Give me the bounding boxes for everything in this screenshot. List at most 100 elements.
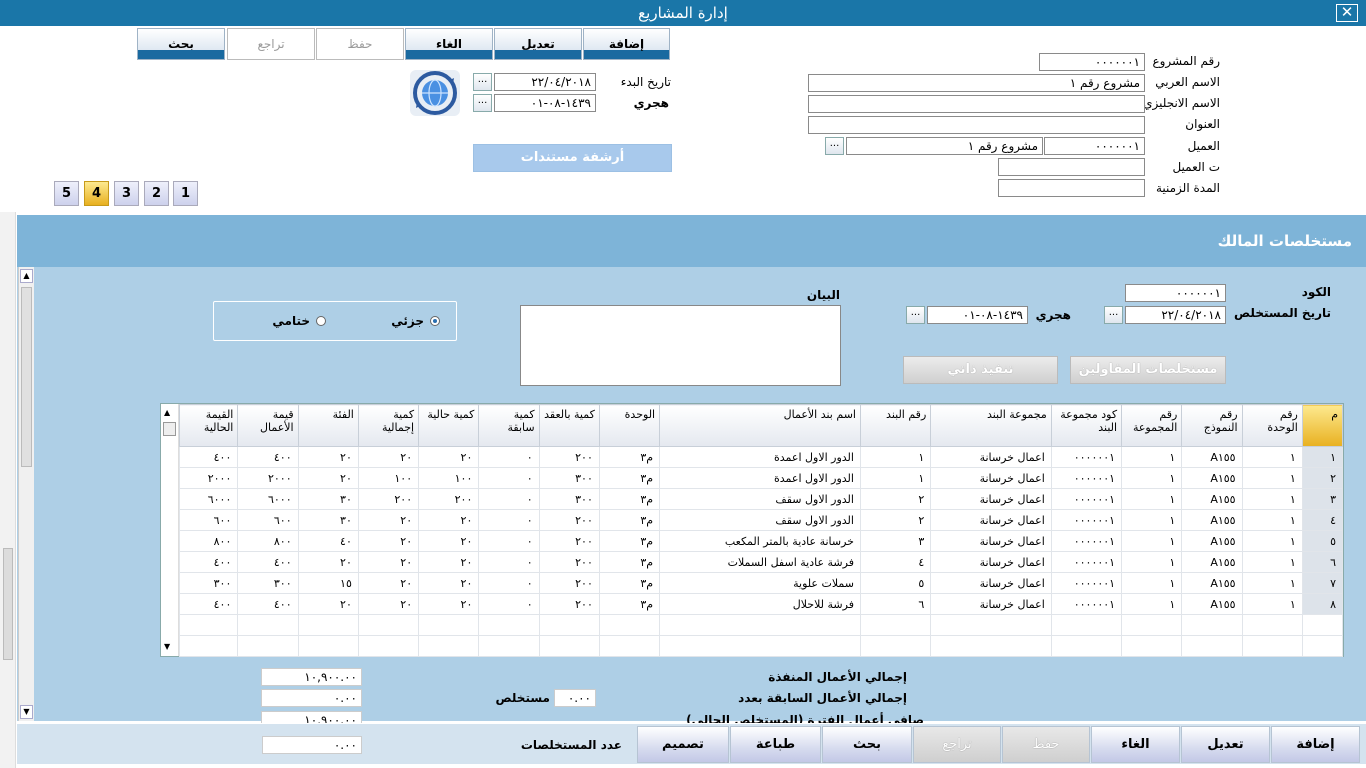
table-cell[interactable]: سملات علوية <box>659 572 861 594</box>
table-cell[interactable]: ١ <box>1241 488 1303 510</box>
table-cell[interactable]: A١٥٥ <box>1181 572 1243 594</box>
table-cell[interactable] <box>1241 614 1303 636</box>
table-cell[interactable] <box>178 614 239 636</box>
table-cell[interactable]: ٣ <box>859 530 932 552</box>
bottom-design-button[interactable]: تصميم <box>637 726 729 763</box>
table-cell[interactable]: ٤٠٠ <box>237 551 299 573</box>
table-cell[interactable]: اعمال خرسانة <box>930 551 1052 573</box>
table-cell[interactable]: ٣ <box>1301 488 1344 510</box>
table-row[interactable]: ١ ١ A١٥٥ ١ ٠٠٠٠٠٠١ اعمال خرسانة ١ الدور الاول ا… <box>178 446 1344 468</box>
table-cell[interactable]: ٠٠٠٠٠٠١ <box>1050 572 1123 594</box>
table-cell[interactable]: ١ <box>1121 551 1183 573</box>
scroll-up-icon[interactable]: ▲ <box>20 269 33 283</box>
table-cell[interactable]: ٣٠٠ <box>237 572 299 594</box>
partial-radio[interactable] <box>430 316 440 326</box>
table-cell[interactable] <box>538 635 600 657</box>
table-cell[interactable]: ٢ <box>859 509 932 531</box>
grid-header-cell[interactable]: رقم المجموعة <box>1121 404 1183 447</box>
table-cell[interactable]: م٣ <box>598 593 661 615</box>
self-execution-button[interactable]: تنفيذ ذاتي <box>903 356 1058 384</box>
grid-header-cell[interactable]: كمية إجمالية <box>357 404 420 447</box>
table-cell[interactable]: ٢٠ <box>357 551 420 573</box>
table-cell[interactable]: ١ <box>1241 593 1303 615</box>
table-cell[interactable]: ٤ <box>859 551 932 573</box>
table-cell[interactable] <box>1241 635 1303 657</box>
edit-button[interactable]: تعديل <box>494 28 582 60</box>
table-cell[interactable]: ٥ <box>1301 530 1344 552</box>
outer-scrollbar[interactable] <box>0 212 16 768</box>
extract-hijri-picker-button[interactable]: ... <box>906 306 925 324</box>
table-cell[interactable]: ٢٠ <box>418 509 480 531</box>
table-cell[interactable] <box>478 614 540 636</box>
table-cell[interactable]: ٠ <box>478 488 540 510</box>
empty-row[interactable] <box>178 635 1344 657</box>
grid-header-cell[interactable]: مجموعة البند <box>930 404 1052 447</box>
page-tab-4[interactable]: 4 <box>84 181 109 206</box>
table-cell[interactable]: ١ <box>1241 551 1303 573</box>
table-cell[interactable]: ٢٠ <box>418 446 480 468</box>
client-browse-button[interactable]: ... <box>825 137 844 155</box>
table-cell[interactable]: A١٥٥ <box>1181 488 1243 510</box>
table-cell[interactable]: ٤٠٠ <box>178 446 239 468</box>
table-cell[interactable]: اعمال خرسانة <box>930 593 1052 615</box>
panel-scrollbar-thumb[interactable] <box>21 287 32 467</box>
table-cell[interactable]: ٦٠٠٠ <box>237 488 299 510</box>
undo-button[interactable]: تراجع <box>227 28 315 60</box>
table-cell[interactable]: ١ <box>1301 446 1344 468</box>
table-cell[interactable]: ٠ <box>478 509 540 531</box>
previous-count-field[interactable]: ٠.٠٠ <box>554 689 596 707</box>
previous-total-field[interactable]: ٠.٠٠ <box>261 689 362 707</box>
table-cell[interactable]: م٣ <box>598 551 661 573</box>
table-cell[interactable]: ٢ <box>1301 467 1344 489</box>
table-cell[interactable] <box>357 614 420 636</box>
table-cell[interactable]: ٦ <box>1301 551 1344 573</box>
table-cell[interactable]: ١ <box>1121 530 1183 552</box>
bottom-save-button[interactable]: حفظ <box>1002 726 1090 763</box>
grid-header-cell[interactable]: كمية سابقة <box>478 404 540 447</box>
table-cell[interactable]: A١٥٥ <box>1181 593 1243 615</box>
table-cell[interactable] <box>598 635 661 657</box>
start-date-picker-button[interactable]: ... <box>473 73 492 91</box>
table-cell[interactable]: ١٠٠ <box>357 467 420 489</box>
table-cell[interactable]: ١ <box>1241 467 1303 489</box>
cancel-button[interactable]: الغاء <box>405 28 493 60</box>
grid-header-cell[interactable]: رقم البند <box>859 404 932 447</box>
table-cell[interactable]: ٢٠ <box>418 530 480 552</box>
table-cell[interactable]: خرسانة عادية بالمتر المكعب <box>659 530 861 552</box>
grid-scrollbar[interactable]: ▲ ▼ <box>161 404 179 656</box>
table-cell[interactable]: اعمال خرسانة <box>930 572 1052 594</box>
table-cell[interactable]: ٨ <box>1301 593 1344 615</box>
search-button[interactable]: بحث <box>137 28 225 60</box>
project-number-field[interactable]: ٠٠٠٠٠٠١ <box>1039 53 1145 71</box>
table-cell[interactable] <box>237 614 299 636</box>
table-cell[interactable]: A١٥٥ <box>1181 530 1243 552</box>
grid-scroll-up-icon[interactable]: ▲ <box>164 408 170 417</box>
page-tab-2[interactable]: 2 <box>144 181 169 206</box>
table-cell[interactable]: ٣٠ <box>297 509 359 531</box>
statement-textarea[interactable] <box>520 305 841 386</box>
table-row[interactable]: ٦ ١ A١٥٥ ١ ٠٠٠٠٠٠١ اعمال خرسانة ٤ فرشة عادية اس… <box>178 551 1344 573</box>
table-cell[interactable]: اعمال خرسانة <box>930 509 1052 531</box>
grid-header-cell[interactable]: القيمة الحالية <box>178 404 239 447</box>
table-cell[interactable]: ٦ <box>859 593 932 615</box>
table-cell[interactable] <box>297 635 359 657</box>
table-cell[interactable]: ٢٠٠٠ <box>178 467 239 489</box>
table-cell[interactable]: م٣ <box>598 572 661 594</box>
table-cell[interactable]: ٢٠ <box>357 530 420 552</box>
table-cell[interactable]: ٣٠٠ <box>178 572 239 594</box>
table-cell[interactable]: ٤٠٠ <box>178 593 239 615</box>
table-cell[interactable]: الدور الاول سقف <box>659 509 861 531</box>
table-cell[interactable]: فرشة عادية اسفل السملات <box>659 551 861 573</box>
table-cell[interactable]: ٢٠ <box>297 446 359 468</box>
table-cell[interactable]: الدور الاول اعمدة <box>659 467 861 489</box>
executed-total-field[interactable]: ١٠,٩٠٠.٠٠ <box>261 668 362 686</box>
table-cell[interactable]: ٢٠٠ <box>538 509 600 531</box>
table-cell[interactable]: ٦٠٠٠ <box>178 488 239 510</box>
table-cell[interactable]: م٣ <box>598 488 661 510</box>
table-cell[interactable]: ٢٠٠٠ <box>237 467 299 489</box>
table-cell[interactable] <box>418 635 480 657</box>
table-cell[interactable]: ٨٠٠ <box>237 530 299 552</box>
address-field[interactable] <box>808 116 1145 134</box>
table-cell[interactable] <box>930 635 1052 657</box>
table-cell[interactable]: ٠ <box>478 551 540 573</box>
